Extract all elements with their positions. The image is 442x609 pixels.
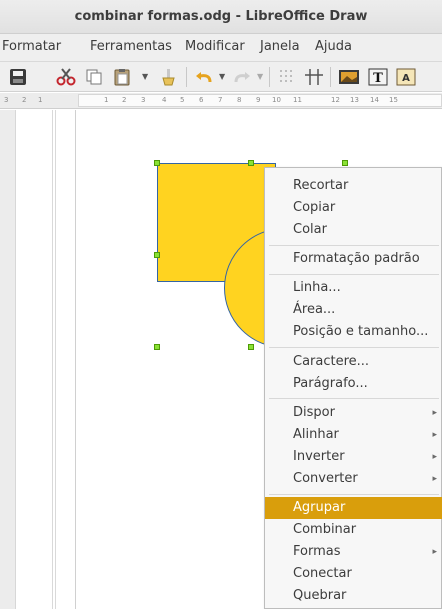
menu-item-inverter[interactable]: Inverter ▸ — [265, 446, 442, 468]
menu-item-paragrafo[interactable]: Parágrafo... — [265, 373, 442, 395]
svg-text:T: T — [373, 71, 383, 86]
grid-icon[interactable] — [278, 68, 298, 86]
menu-formatar[interactable]: Formatar — [2, 39, 61, 54]
svg-text:A: A — [402, 73, 410, 84]
selection-handle[interactable] — [154, 252, 160, 258]
toolbar-separator — [330, 67, 331, 87]
ruler-tick-label: 6 — [199, 96, 204, 104]
menu-item-colar[interactable]: Colar — [265, 219, 442, 241]
ruler-tick-label: 1 — [104, 96, 109, 104]
menu-item-label: Dispor — [293, 405, 335, 420]
copy-icon[interactable] — [84, 68, 104, 86]
ruler-tick-label: 3 — [4, 96, 9, 104]
selection-handle[interactable] — [248, 344, 254, 350]
context-menu: Recortar Copiar Colar Formatação padrão … — [264, 167, 442, 609]
clone-formatting-icon[interactable] — [158, 68, 178, 86]
page-margin-guide — [52, 110, 56, 609]
ruler-tick-label: 7 — [218, 96, 223, 104]
menu-item-caractere[interactable]: Caractere... — [265, 351, 442, 373]
menu-item-agrupar[interactable]: Agrupar — [265, 497, 442, 519]
menu-item-label: Formas — [293, 544, 341, 559]
menu-separator — [269, 398, 439, 399]
ruler-tick-label: 1 — [38, 96, 43, 104]
vertical-ruler — [0, 110, 16, 609]
submenu-arrow-icon: ▸ — [432, 430, 437, 440]
ruler-tick-label: 4 — [162, 96, 167, 104]
standard-toolbar: ▼ ▼ ▼ T A — [0, 62, 442, 92]
menu-janela[interactable]: Janela — [260, 39, 300, 54]
menu-item-copiar[interactable]: Copiar — [265, 197, 442, 219]
redo-icon[interactable] — [232, 68, 252, 86]
undo-icon[interactable] — [194, 68, 214, 86]
menu-separator — [269, 274, 439, 275]
submenu-arrow-icon: ▸ — [432, 474, 437, 484]
selection-handle[interactable] — [154, 160, 160, 166]
menu-item-alinhar[interactable]: Alinhar ▸ — [265, 424, 442, 446]
ruler-tick-label: 11 — [293, 96, 302, 104]
ruler-tick-label: 2 — [122, 96, 127, 104]
menu-ferramentas[interactable]: Ferramentas — [90, 39, 172, 54]
menu-item-converter[interactable]: Converter ▸ — [265, 468, 442, 490]
menu-separator — [269, 347, 439, 348]
ruler-tick-label: 5 — [180, 96, 185, 104]
menu-item-label: Inverter — [293, 449, 345, 464]
window-title: combinar formas.odg - LibreOffice Draw — [0, 0, 442, 34]
menu-separator — [269, 494, 439, 495]
selection-handle[interactable] — [154, 344, 160, 350]
menu-item-area[interactable]: Área... — [265, 299, 442, 321]
ruler-tick-label: 8 — [237, 96, 242, 104]
menu-item-combinar[interactable]: Combinar — [265, 519, 442, 541]
image-icon[interactable] — [338, 68, 360, 86]
selection-handle[interactable] — [248, 160, 254, 166]
ruler-tick-label: 14 — [370, 96, 379, 104]
menu-item-recortar[interactable]: Recortar — [265, 175, 442, 197]
ruler-tick-label: 2 — [22, 96, 27, 104]
selection-handle[interactable] — [342, 160, 348, 166]
ruler-tick-label: 9 — [256, 96, 261, 104]
menu-item-conectar[interactable]: Conectar — [265, 563, 442, 585]
menu-modificar[interactable]: Modificar — [185, 39, 245, 54]
save-icon[interactable] — [8, 68, 28, 86]
ruler-tick-label: 10 — [272, 96, 281, 104]
menu-item-linha[interactable]: Linha... — [265, 277, 442, 299]
menu-item-quebrar[interactable]: Quebrar — [265, 585, 442, 607]
menu-item-formas[interactable]: Formas ▸ — [265, 541, 442, 563]
submenu-arrow-icon: ▸ — [432, 547, 437, 557]
menu-separator — [269, 245, 439, 246]
submenu-arrow-icon: ▸ — [432, 408, 437, 418]
paste-icon[interactable] — [112, 68, 132, 86]
ruler-tick-label: 13 — [350, 96, 359, 104]
toolbar-separator — [186, 67, 187, 87]
redo-dropdown-icon[interactable]: ▼ — [257, 72, 263, 90]
helplines-icon[interactable] — [304, 68, 324, 86]
paste-dropdown-icon[interactable]: ▼ — [142, 72, 148, 90]
menu-item-posicao-tamanho[interactable]: Posição e tamanho... — [265, 321, 442, 343]
menu-item-dispor[interactable]: Dispor ▸ — [265, 402, 442, 424]
ruler-tick-label: 15 — [389, 96, 398, 104]
textbox-icon[interactable]: T — [368, 68, 388, 86]
undo-dropdown-icon[interactable]: ▼ — [219, 72, 225, 90]
submenu-arrow-icon: ▸ — [432, 452, 437, 462]
menu-item-formatacao-padrao[interactable]: Formatação padrão — [265, 248, 442, 270]
fontwork-icon[interactable]: A — [396, 68, 416, 86]
cut-icon[interactable] — [56, 68, 76, 86]
ruler-tick-label: 12 — [331, 96, 340, 104]
toolbar-separator — [269, 67, 270, 87]
menu-item-label: Converter — [293, 471, 358, 486]
menu-item-label: Alinhar — [293, 427, 339, 442]
horizontal-ruler: 3 2 1 1 2 3 4 5 6 7 8 9 10 11 12 13 14 1… — [0, 93, 442, 109]
ruler-tick-label: 3 — [141, 96, 146, 104]
page-border — [75, 110, 76, 609]
menubar: Formatar Ferramentas Modificar Janela Aj… — [0, 34, 442, 62]
menu-ajuda[interactable]: Ajuda — [315, 39, 352, 54]
